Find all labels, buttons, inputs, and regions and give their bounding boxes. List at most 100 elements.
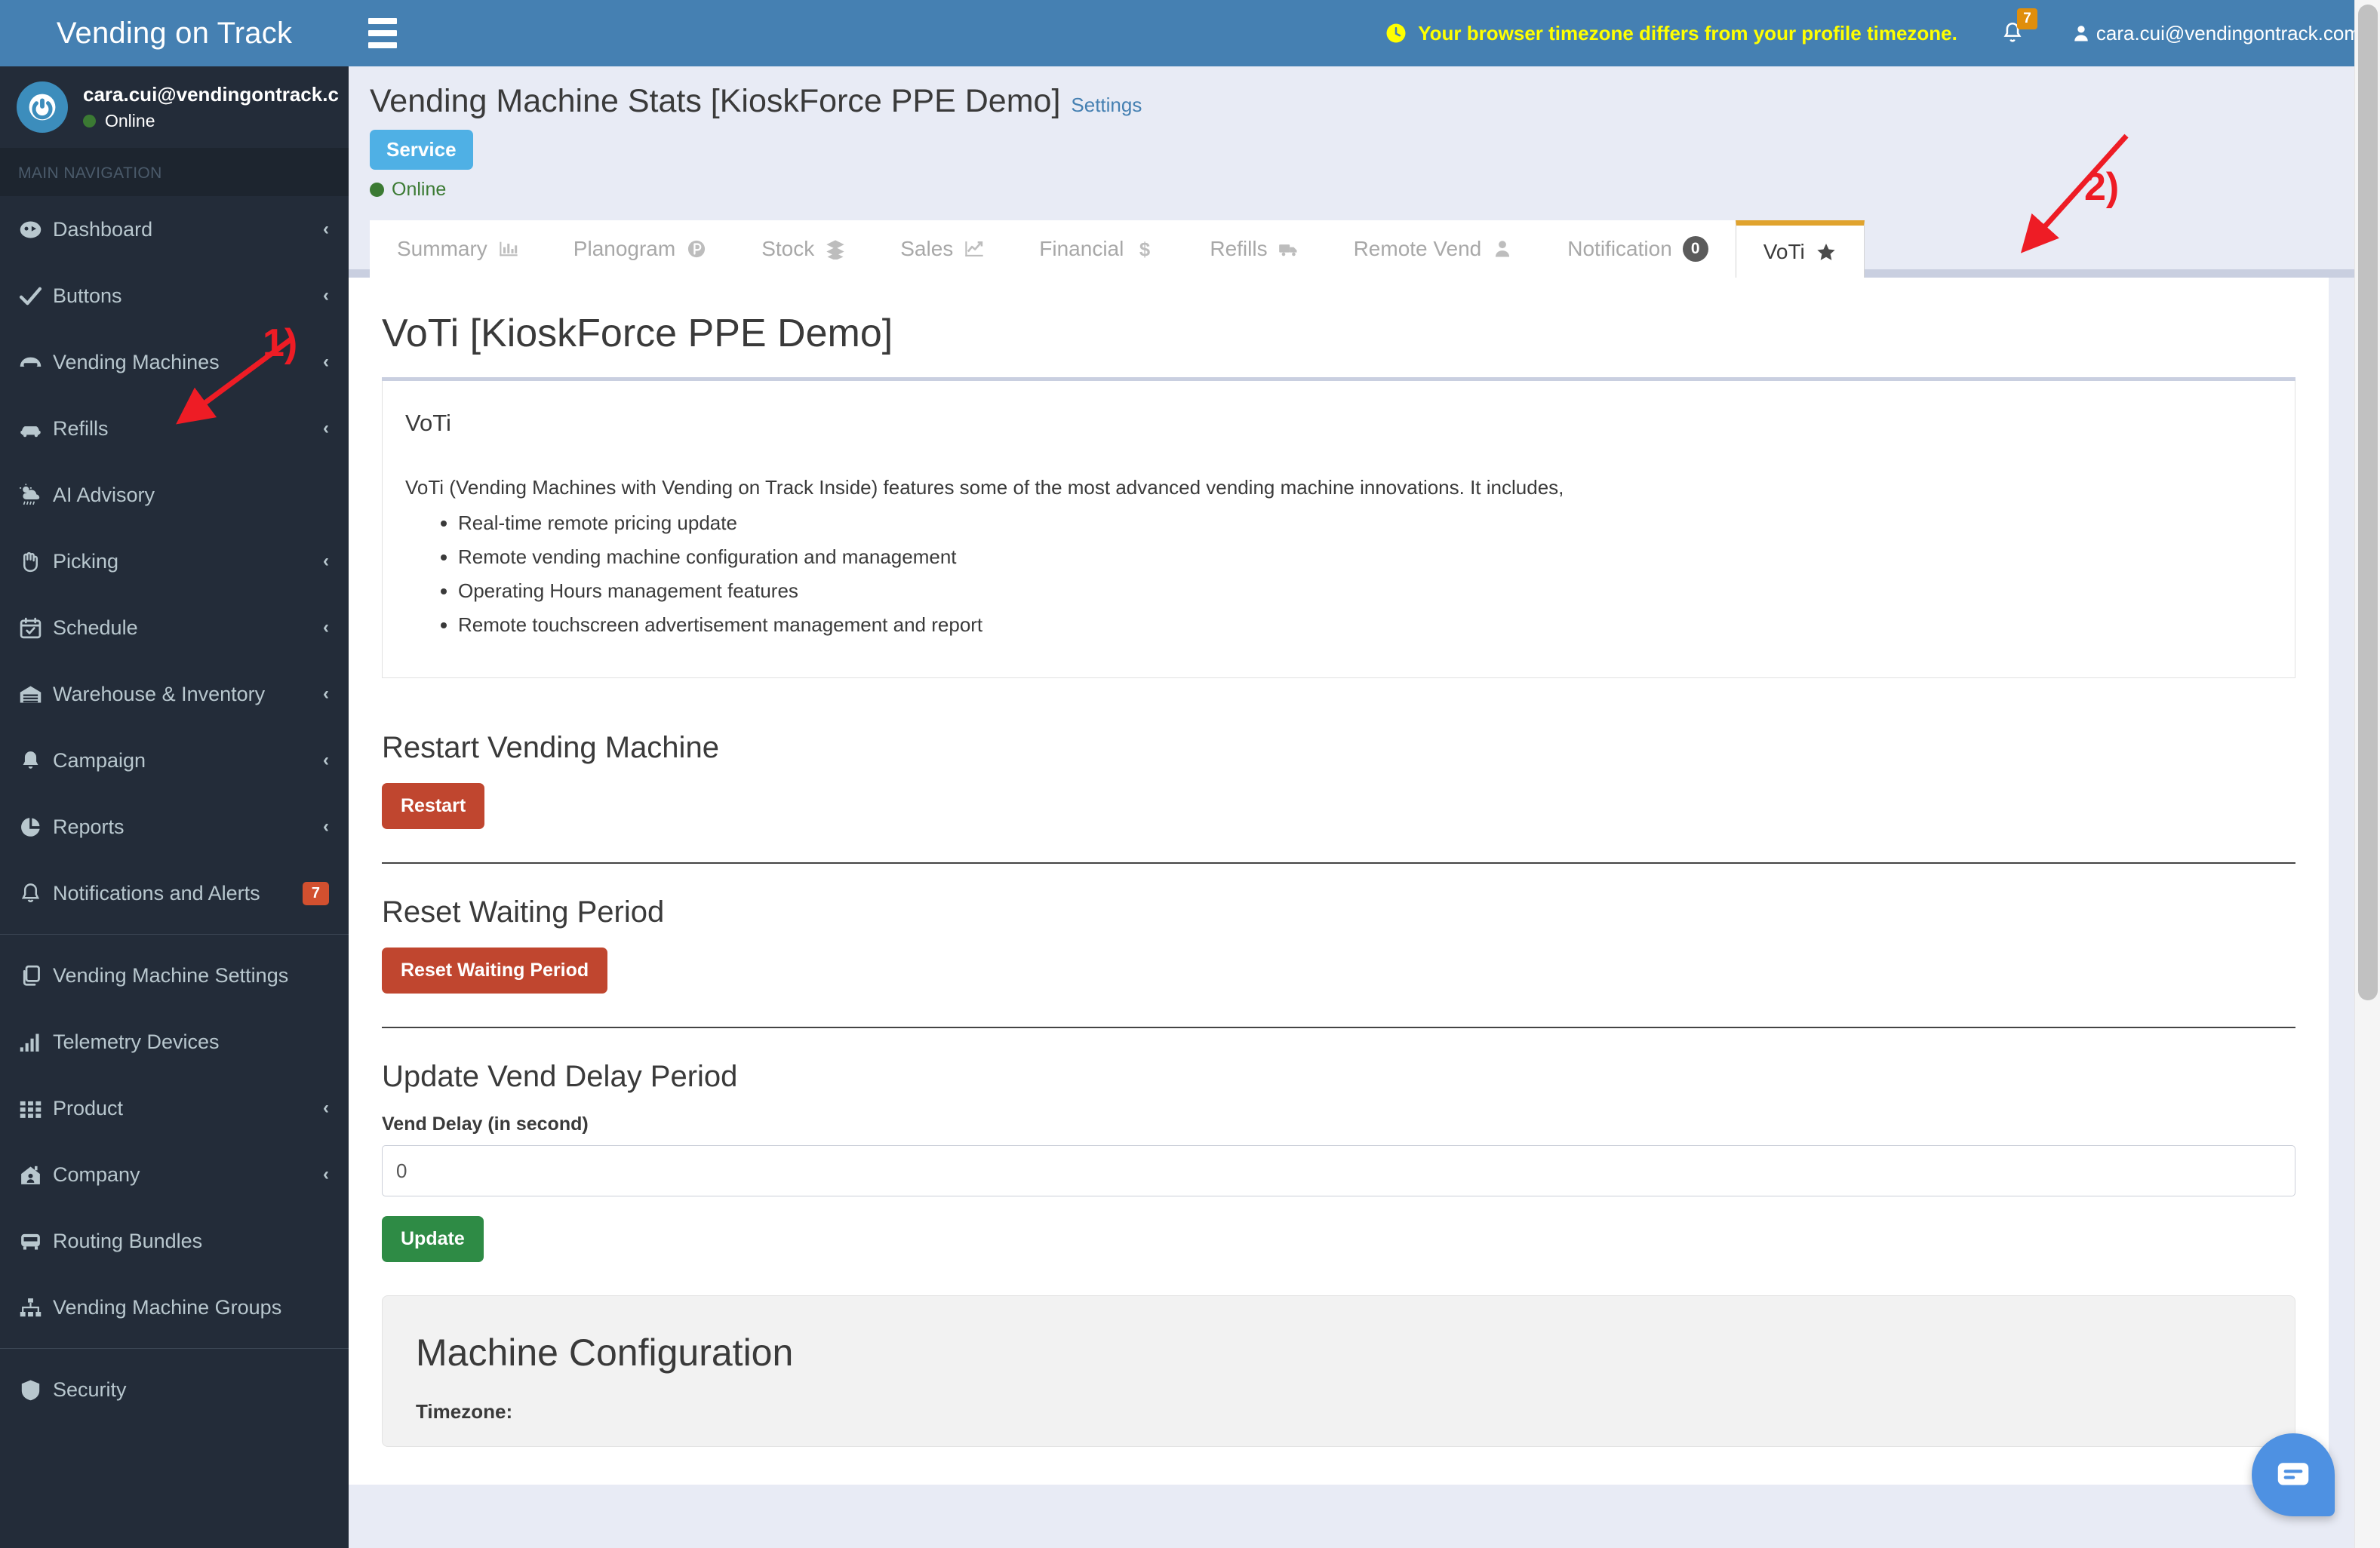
sidebar-item-warehouse-inventory[interactable]: Warehouse & Inventory ‹ — [0, 661, 349, 727]
divider-reset — [382, 1027, 2295, 1028]
sidebar-item-company[interactable]: Company ‹ — [0, 1141, 349, 1208]
sidebar-item-product[interactable]: Product ‹ — [0, 1075, 349, 1141]
user-status: Online — [83, 111, 339, 131]
user-panel[interactable]: cara.cui@vendingontrack.c Online — [0, 66, 349, 148]
check-icon — [18, 284, 53, 309]
tab-planogram[interactable]: Planogram — [546, 220, 735, 278]
vertical-scrollbar[interactable] — [2354, 0, 2380, 1548]
divider-restart — [382, 862, 2295, 864]
sidebar-item-routing-bundles[interactable]: Routing Bundles — [0, 1208, 349, 1274]
annotation-label-2: 2) — [2084, 165, 2120, 209]
grid-icon — [18, 1096, 53, 1121]
sidebar-item-telemetry-devices[interactable]: Telemetry Devices — [0, 1009, 349, 1075]
tab-financial[interactable]: Financial $ — [1012, 220, 1183, 278]
vend-delay-section: Update Vend Delay Period Vend Delay (in … — [382, 1060, 2295, 1262]
signal-icon — [18, 1030, 53, 1055]
sidebar-item-label: Telemetry Devices — [53, 1030, 220, 1053]
voti-feature-list: Real-time remote pricing update Remote ve… — [458, 511, 2272, 637]
person-icon — [1492, 238, 1513, 260]
sidebar-item-picking[interactable]: Picking ‹ — [0, 528, 349, 594]
chevron-left-icon: ‹ — [323, 1164, 329, 1184]
vend-delay-input[interactable] — [382, 1145, 2295, 1196]
account-menu-button[interactable]: cara.cui@vendingontrack.com — [2071, 22, 2360, 45]
chevron-left-icon: ‹ — [323, 683, 329, 704]
shield-icon — [18, 1378, 53, 1402]
vending-icon — [18, 350, 53, 375]
tab-label: VoTi — [1763, 239, 1805, 263]
hamburger-menu-icon[interactable] — [362, 18, 417, 48]
sidebar-item-vending-machine-groups[interactable]: Vending Machine Groups — [0, 1274, 349, 1341]
restart-button[interactable]: Restart — [382, 783, 485, 829]
voti-description-box: VoTi VoTi (Vending Machines with Vending… — [382, 381, 2295, 678]
building-icon — [18, 1163, 53, 1187]
sitemap-icon — [18, 1295, 53, 1320]
feature-item: Operating Hours management features — [458, 579, 2272, 603]
restart-section-heading: Restart Vending Machine — [382, 731, 719, 764]
service-badge[interactable]: Service — [370, 130, 473, 170]
chevron-left-icon: ‹ — [323, 551, 329, 571]
sidebar-item-schedule[interactable]: Schedule ‹ — [0, 594, 349, 661]
sidebar-item-label: Vending Machine Groups — [53, 1295, 282, 1319]
sidebar-item-label: Reports — [53, 815, 125, 838]
tab-notification[interactable]: Notification 0 — [1540, 220, 1736, 278]
sidebar-item-label: Notifications and Alerts — [53, 881, 260, 905]
sidebar-item-reports[interactable]: Reports ‹ — [0, 794, 349, 860]
feature-item: Remote touchscreen advertisement managem… — [458, 613, 2272, 637]
scrollbar-thumb[interactable] — [2358, 5, 2378, 1000]
sidebar-item-badge: 7 — [302, 881, 329, 905]
nav-list-tertiary: Security — [0, 1356, 349, 1423]
nav-divider-1 — [0, 934, 349, 935]
tab-label: Remote Vend — [1353, 237, 1482, 260]
tab-summary[interactable]: Summary — [370, 220, 546, 278]
notifications-bell-button[interactable]: 7 — [2000, 8, 2037, 46]
settings-link[interactable]: Settings — [1071, 94, 1142, 117]
sidebar-item-notifications-and-alerts[interactable]: Notifications and Alerts 7 — [0, 860, 349, 926]
sidebar-item-label: Company — [53, 1163, 140, 1186]
tab-count-badge: 0 — [1682, 236, 1708, 262]
tab-sales[interactable]: Sales — [873, 220, 1013, 278]
tab-voti[interactable]: VoTi — [1735, 220, 1865, 278]
page-title-text: Vending Machine Stats [KioskForce PPE De… — [370, 83, 1061, 119]
dollar-icon: $ — [1134, 238, 1155, 260]
calendar-icon — [18, 616, 53, 640]
sidebar-item-security[interactable]: Security — [0, 1356, 349, 1423]
tab-stock[interactable]: Stock — [734, 220, 874, 278]
machine-status-label: Online — [392, 179, 447, 200]
sidebar: Vending on Track cara.cui@vendingontrack… — [0, 0, 349, 1548]
tab-refills[interactable]: Refills — [1182, 220, 1327, 278]
sidebar-item-label: Buttons — [53, 284, 122, 307]
sidebar-item-label: Product — [53, 1096, 124, 1120]
warehouse-icon — [18, 682, 53, 707]
sidebar-item-label: AI Advisory — [53, 483, 155, 506]
sidebar-item-dashboard[interactable]: Dashboard ‹ — [0, 196, 349, 263]
chevron-left-icon: ‹ — [323, 352, 329, 372]
person-icon — [2074, 26, 2088, 41]
user-status-label: Online — [105, 111, 155, 131]
power-logo-icon — [29, 94, 56, 121]
sidebar-item-label: Vending Machine Settings — [53, 963, 289, 987]
reset-waiting-period-button[interactable]: Reset Waiting Period — [382, 948, 608, 994]
layers-icon — [825, 238, 846, 260]
sidebar-item-label: Routing Bundles — [53, 1229, 203, 1252]
feature-item: Remote vending machine configuration and… — [458, 545, 2272, 569]
chat-support-button[interactable] — [2252, 1433, 2335, 1516]
bus-icon — [18, 1229, 53, 1254]
sidebar-item-campaign[interactable]: Campaign ‹ — [0, 727, 349, 794]
update-button[interactable]: Update — [382, 1216, 484, 1262]
line-chart-icon — [964, 238, 985, 260]
timezone-warning-text: Your browser timezone differs from your … — [1418, 21, 1957, 45]
copy-icon — [18, 963, 53, 988]
chevron-left-icon: ‹ — [323, 816, 329, 837]
timezone-warning: Your browser timezone differs from your … — [1385, 22, 1957, 45]
chevron-left-icon: ‹ — [323, 418, 329, 438]
car-icon — [18, 416, 53, 441]
bell-icon — [18, 881, 53, 906]
sidebar-item-ai-advisory[interactable]: AI Advisory — [0, 462, 349, 528]
sidebar-item-vending-machine-settings[interactable]: Vending Machine Settings — [0, 942, 349, 1009]
sidebar-item-buttons[interactable]: Buttons ‹ — [0, 263, 349, 329]
user-info: cara.cui@vendingontrack.c Online — [83, 83, 339, 131]
voti-paragraph: VoTi (Vending Machines with Vending on T… — [405, 476, 1564, 499]
chevron-left-icon: ‹ — [323, 219, 329, 239]
tab-remote-vend[interactable]: Remote Vend — [1326, 220, 1541, 278]
hand-icon — [18, 549, 53, 574]
